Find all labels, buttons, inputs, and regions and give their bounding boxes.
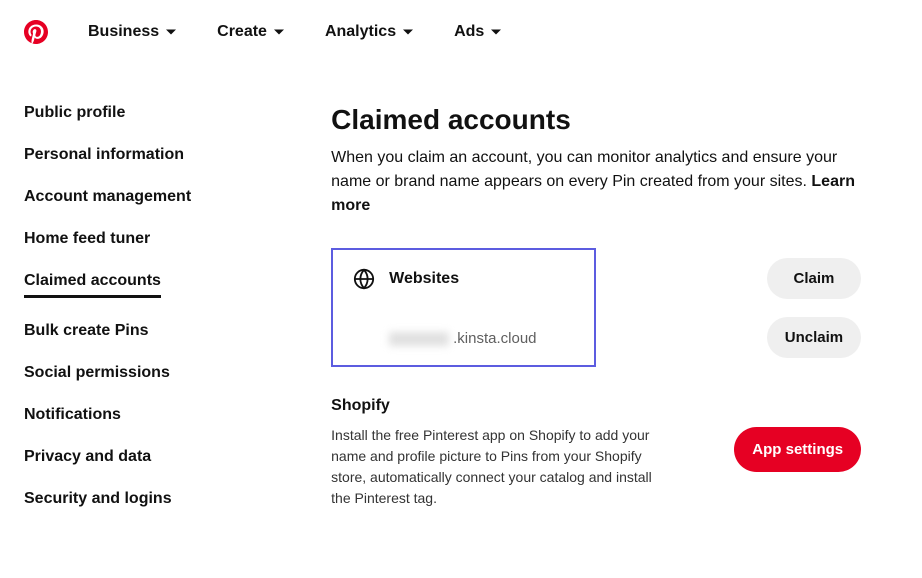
shopify-section: Shopify Install the free Pinterest app o… (331, 397, 861, 509)
chevron-down-icon (273, 26, 285, 38)
sidebar-item-privacy-and-data[interactable]: Privacy and data (24, 448, 191, 466)
chevron-down-icon (490, 26, 502, 38)
nav-label: Create (217, 23, 267, 41)
shopify-left: Shopify Install the free Pinterest app o… (331, 397, 714, 509)
nav-business[interactable]: Business (88, 23, 177, 41)
nav-label: Analytics (325, 23, 396, 41)
sidebar-item-personal-information[interactable]: Personal information (24, 146, 191, 164)
action-buttons: Claim Unclaim (767, 248, 861, 358)
sidebar-item-home-feed-tuner[interactable]: Home feed tuner (24, 230, 191, 248)
sidebar: Public profile Personal information Acco… (24, 104, 191, 509)
main-container: Public profile Personal information Acco… (0, 104, 922, 509)
sidebar-item-security-and-logins[interactable]: Security and logins (24, 490, 191, 508)
page-description: When you claim an account, you can monit… (331, 146, 861, 218)
sidebar-item-claimed-accounts[interactable]: Claimed accounts (24, 272, 161, 298)
nav-analytics[interactable]: Analytics (325, 23, 414, 41)
unclaim-button[interactable]: Unclaim (767, 317, 861, 358)
nav-ads[interactable]: Ads (454, 23, 502, 41)
sidebar-item-social-permissions[interactable]: Social permissions (24, 364, 191, 382)
nav-create[interactable]: Create (217, 23, 285, 41)
nav-label: Ads (454, 23, 484, 41)
shopify-title: Shopify (331, 397, 714, 415)
redacted-domain (389, 332, 449, 346)
websites-label: Websites (389, 270, 459, 288)
shopify-description: Install the free Pinterest app on Shopif… (331, 425, 671, 509)
pinterest-logo[interactable] (24, 20, 48, 44)
chevron-down-icon (402, 26, 414, 38)
website-entry: .kinsta.cloud (389, 330, 574, 347)
description-text: When you claim an account, you can monit… (331, 149, 837, 190)
websites-section: Websites .kinsta.cloud Claim Unclaim (331, 248, 861, 367)
nav-label: Business (88, 23, 159, 41)
websites-header: Websites (353, 268, 574, 290)
websites-box: Websites .kinsta.cloud (331, 248, 596, 367)
app-settings-button[interactable]: App settings (734, 427, 861, 472)
domain-suffix: .kinsta.cloud (453, 330, 536, 347)
content: Claimed accounts When you claim an accou… (331, 104, 861, 509)
page-title: Claimed accounts (331, 104, 861, 136)
sidebar-item-public-profile[interactable]: Public profile (24, 104, 191, 122)
globe-icon (353, 268, 375, 290)
sidebar-item-notifications[interactable]: Notifications (24, 406, 191, 424)
claim-button[interactable]: Claim (767, 258, 861, 299)
sidebar-item-account-management[interactable]: Account management (24, 188, 191, 206)
top-nav: Business Create Analytics Ads (0, 0, 922, 64)
sidebar-item-bulk-create-pins[interactable]: Bulk create Pins (24, 322, 191, 340)
chevron-down-icon (165, 26, 177, 38)
